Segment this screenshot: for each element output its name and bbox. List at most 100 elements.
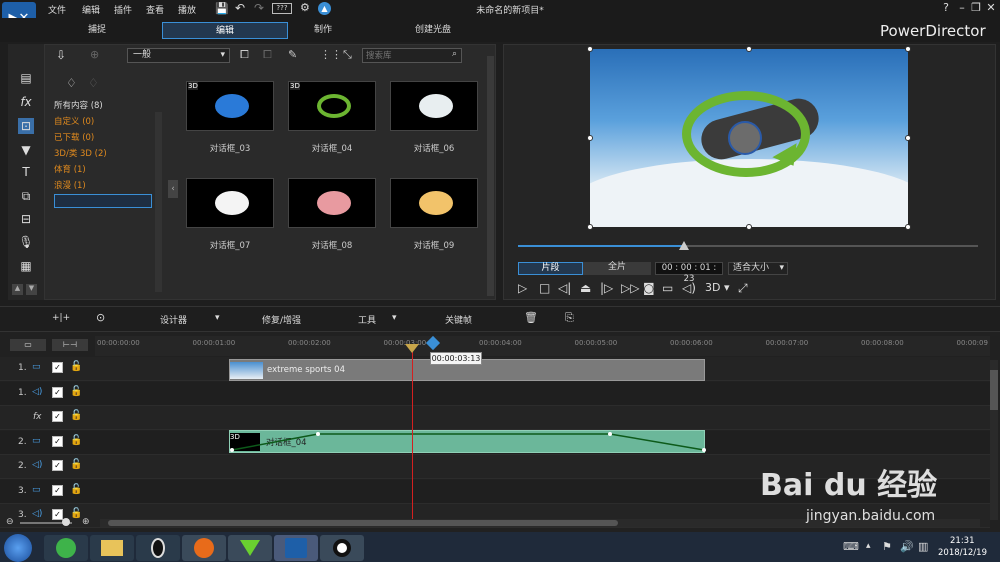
- resize-handle[interactable]: [905, 46, 911, 52]
- taskbar-recorder-icon[interactable]: [320, 535, 364, 561]
- pen-icon[interactable]: ✎: [288, 48, 297, 61]
- globe-icon[interactable]: ⊕: [90, 48, 99, 61]
- category-scrollbar[interactable]: [155, 112, 162, 292]
- seekbar-thumb[interactable]: [679, 241, 689, 250]
- dropdown-circle-icon[interactable]: ⊙: [96, 311, 105, 324]
- lock-icon[interactable]: 🔓: [70, 410, 82, 421]
- resize-handle[interactable]: [746, 46, 752, 52]
- previous-frame-icon[interactable]: ◁|: [558, 281, 571, 295]
- menu-plugins[interactable]: 插件: [114, 3, 132, 16]
- category-dropdown[interactable]: 一般 ▾: [127, 48, 230, 63]
- tray-security-icon[interactable]: ⚑: [882, 540, 892, 553]
- taskbar-app-icon[interactable]: [228, 535, 272, 561]
- fit-to-window-icon[interactable]: ⊢⊣: [52, 339, 88, 351]
- resize-handle[interactable]: [905, 135, 911, 141]
- category-item[interactable]: 体育 (1): [54, 163, 86, 175]
- help-icon[interactable]: ?: [938, 1, 954, 15]
- menu-file[interactable]: 文件: [48, 3, 66, 16]
- fast-forward-icon[interactable]: ▷▷: [621, 281, 639, 295]
- clock-date[interactable]: 2018/12/19: [938, 548, 987, 558]
- tray-volume-icon[interactable]: 🔊: [900, 540, 914, 553]
- zoom-out-icon[interactable]: ⊖: [6, 517, 14, 527]
- resize-handle[interactable]: [587, 135, 593, 141]
- lock-icon[interactable]: 🔓: [70, 484, 82, 495]
- zoom-in-icon[interactable]: ⊕: [82, 517, 90, 527]
- zoom-box[interactable]: ???: [272, 3, 292, 14]
- tools-button[interactable]: 工具: [358, 313, 376, 326]
- template-thumbnail[interactable]: [390, 178, 478, 228]
- search-icon[interactable]: ⌕: [452, 49, 457, 59]
- track-enable-checkbox[interactable]: ✓: [52, 509, 63, 520]
- resize-handle[interactable]: [905, 224, 911, 230]
- category-item[interactable]: 自定义 (0): [54, 115, 94, 127]
- tab-clip[interactable]: 片段: [518, 262, 583, 275]
- start-button-icon[interactable]: [4, 534, 32, 562]
- tray-network-icon[interactable]: ▥: [918, 540, 928, 553]
- track-enable-checkbox[interactable]: ✓: [52, 386, 63, 398]
- fit-timeline-icon[interactable]: +|+: [52, 313, 70, 323]
- snapshot-icon[interactable]: ◙: [643, 281, 655, 295]
- resize-handle[interactable]: [587, 224, 593, 230]
- taskbar-powerdirector-icon[interactable]: [274, 535, 318, 561]
- collapse-panel-icon[interactable]: ‹: [168, 180, 178, 198]
- category-item[interactable]: 已下载 (0): [54, 131, 94, 143]
- lock-icon[interactable]: 🔓: [70, 459, 82, 470]
- restore-icon[interactable]: ❐: [968, 1, 984, 15]
- category-item[interactable]: 3D/类 3D (2): [54, 147, 107, 159]
- timeline-vscrollbar[interactable]: [990, 360, 998, 520]
- subtitles-icon[interactable]: ▭: [662, 281, 673, 295]
- particle-room-icon[interactable]: ▼: [18, 142, 34, 158]
- taskbar-360-icon[interactable]: [44, 535, 88, 561]
- resize-handle[interactable]: [746, 224, 752, 230]
- next-frame-icon[interactable]: |▷: [600, 281, 613, 295]
- lock-icon[interactable]: 🔓: [70, 435, 82, 446]
- audio-mixing-icon[interactable]: ⊟: [18, 211, 34, 227]
- save-icon[interactable]: 💾: [215, 2, 229, 15]
- tab-produce[interactable]: 制作: [260, 22, 386, 39]
- new-template-icon[interactable]: ⧠: [240, 48, 249, 62]
- search-box[interactable]: ⌕: [362, 48, 462, 63]
- preview-canvas[interactable]: [590, 49, 908, 227]
- track-enable-checkbox[interactable]: ✓: [52, 411, 63, 422]
- repair-enhance-button[interactable]: 修复/增强: [262, 313, 301, 326]
- transition-room-icon[interactable]: ⧉: [18, 188, 34, 204]
- undock-icon[interactable]: ⤢: [738, 281, 748, 296]
- chapter-room-icon[interactable]: ▦: [18, 258, 34, 274]
- volume-icon[interactable]: ◁): [682, 281, 696, 295]
- template-thumbnail[interactable]: 3D: [288, 81, 376, 131]
- template-thumbnail[interactable]: [186, 178, 274, 228]
- menu-view[interactable]: 查看: [146, 3, 164, 16]
- clock-time[interactable]: 21:31: [950, 536, 975, 546]
- template-thumbnail[interactable]: [390, 81, 478, 131]
- track-enable-checkbox[interactable]: ✓: [52, 484, 63, 496]
- template-thumbnail[interactable]: 3D: [186, 81, 274, 131]
- import-icon[interactable]: ⇩: [56, 48, 66, 62]
- chevron-down-icon[interactable]: ▾: [392, 313, 397, 323]
- tab-full-movie[interactable]: 全片: [583, 262, 651, 275]
- lock-icon[interactable]: 🔓: [70, 386, 82, 397]
- timeline-track[interactable]: [0, 406, 990, 430]
- fit-dropdown[interactable]: 适合大小 ▾: [728, 262, 788, 275]
- chevron-down-icon[interactable]: ▾: [215, 313, 220, 323]
- track-manager-icon[interactable]: ⎘: [565, 311, 574, 325]
- scroll-down-icon[interactable]: ▼: [26, 284, 37, 295]
- menu-play[interactable]: 播放: [178, 3, 196, 16]
- tab-capture[interactable]: 捕捉: [34, 22, 160, 39]
- lock-icon[interactable]: 🔓: [70, 508, 82, 519]
- playhead-marker-icon[interactable]: [405, 344, 419, 353]
- category-item[interactable]: 所有内容 (8): [54, 99, 103, 111]
- fx-room-icon[interactable]: fx: [18, 94, 34, 110]
- undo-icon[interactable]: ↶: [235, 1, 245, 15]
- overlay-clip[interactable]: 3D 对话框_04: [229, 430, 706, 453]
- designer-button[interactable]: 设计器: [160, 313, 187, 326]
- stop-icon[interactable]: □: [539, 281, 550, 295]
- taskbar-firefox-icon[interactable]: [182, 535, 226, 561]
- scroll-up-icon[interactable]: ▲: [12, 284, 23, 295]
- pip-room-icon[interactable]: ⊡: [18, 118, 34, 134]
- keyframe-button[interactable]: 关键帧: [445, 313, 472, 326]
- tab-create-disc[interactable]: 创建光盘: [370, 22, 496, 39]
- split-icon[interactable]: ⏏: [580, 281, 591, 295]
- track-enable-checkbox[interactable]: ✓: [52, 362, 63, 373]
- library-scrollbar[interactable]: [487, 56, 494, 296]
- track-enable-checkbox[interactable]: ✓: [52, 460, 63, 471]
